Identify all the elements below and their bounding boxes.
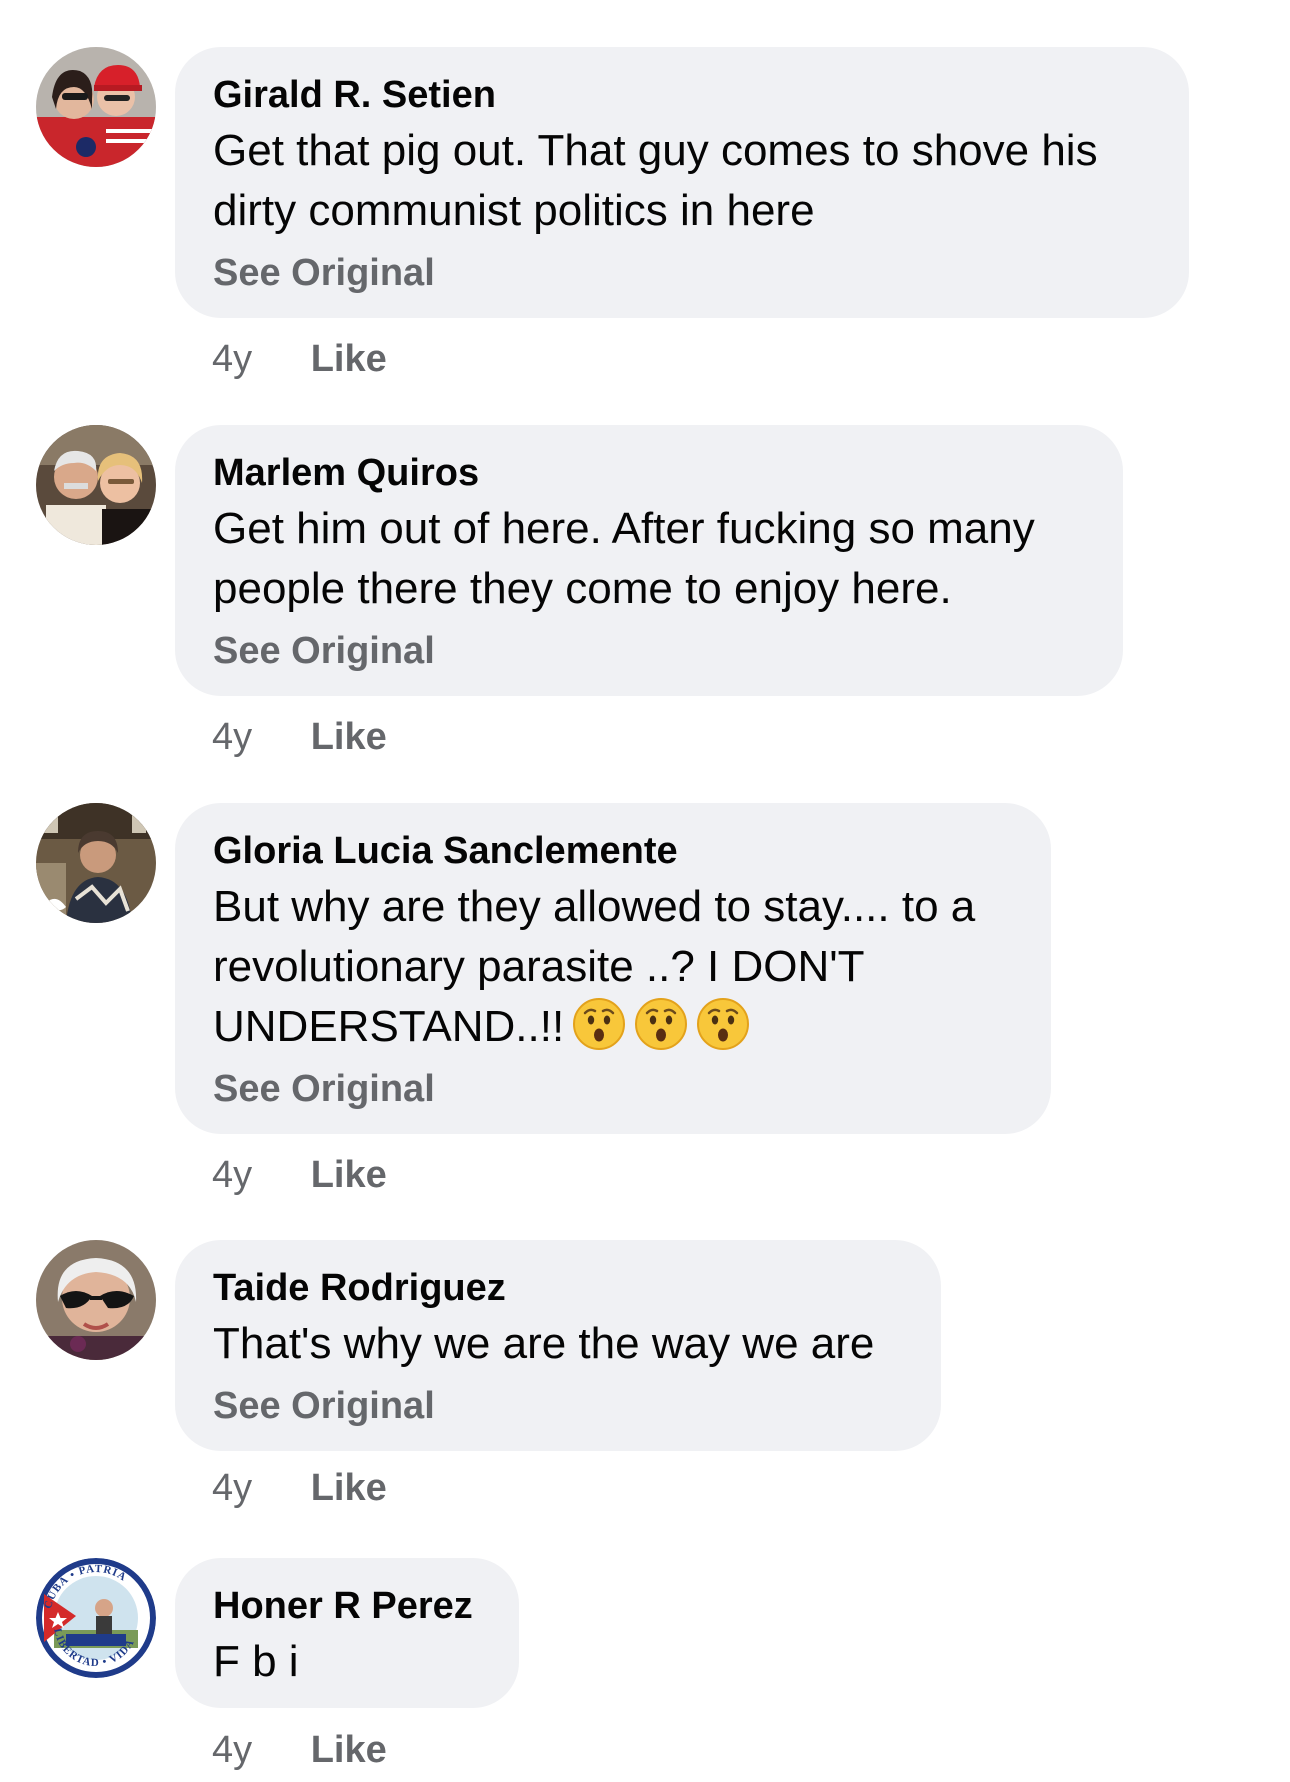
like-button[interactable]: Like — [311, 1728, 387, 1772]
comment-meta: 4y Like — [212, 715, 387, 759]
see-original-link[interactable]: See Original — [213, 251, 435, 295]
comment-text-line: dirty communist politics in here — [213, 186, 815, 235]
hushed-face-emoji-icon — [634, 997, 688, 1051]
comment-text: Get him out of here. After fucking so ma… — [213, 499, 1085, 619]
comment-author[interactable]: Taide Rodriguez — [213, 1266, 903, 1310]
like-button[interactable]: Like — [311, 1466, 387, 1510]
comment-text: But why are they allowed to stay.... to … — [213, 877, 1013, 1057]
like-button[interactable]: Like — [311, 337, 387, 381]
comment-author[interactable]: Gloria Lucia Sanclemente — [213, 829, 1013, 873]
comment-text-line: Get that pig out. That guy comes to shov… — [213, 126, 1098, 175]
comment-text-line: Get him out of here. After fucking so ma… — [213, 504, 1035, 553]
avatar[interactable]: CUBA • PATRIA LIBERTAD • VIDA — [36, 1558, 156, 1678]
comment-text-line: That's why we are the way we are — [213, 1319, 875, 1368]
avatar-photo-icon — [36, 47, 156, 167]
avatar[interactable] — [36, 425, 156, 545]
comment-timestamp: 4y — [212, 716, 253, 758]
comment-text-line: UNDERSTAND..!! — [213, 1002, 565, 1051]
comment-text-line: F b i — [213, 1637, 299, 1686]
comment-timestamp: 4y — [212, 1154, 253, 1196]
comment-text: F b i — [213, 1632, 481, 1692]
avatar-photo-icon — [36, 1240, 156, 1360]
comment-bubble: Marlem Quiros Get him out of here. After… — [175, 425, 1123, 696]
cuba-patria-badge-icon: CUBA • PATRIA LIBERTAD • VIDA — [36, 1558, 156, 1678]
comment-text-line-with-emoji: UNDERSTAND..!! — [213, 997, 1013, 1057]
comment-text-line: revolutionary parasite ..? I DON'T — [213, 942, 865, 991]
avatar[interactable] — [36, 1240, 156, 1360]
comment-bubble: Honer R Perez F b i — [175, 1558, 519, 1708]
hushed-face-emoji-icon — [572, 997, 626, 1051]
comment-text-line: But why are they allowed to stay.... to … — [213, 882, 976, 931]
hushed-face-emoji-icon — [696, 997, 750, 1051]
see-original-link[interactable]: See Original — [213, 1384, 435, 1428]
like-button[interactable]: Like — [311, 715, 387, 759]
comment-author[interactable]: Honer R Perez — [213, 1584, 481, 1628]
comment-meta: 4y Like — [212, 1153, 387, 1197]
comment-bubble: Gloria Lucia Sanclemente But why are the… — [175, 803, 1051, 1134]
comment-timestamp: 4y — [212, 1467, 253, 1509]
comment-author[interactable]: Marlem Quiros — [213, 451, 1085, 495]
comment-timestamp: 4y — [212, 338, 253, 380]
avatar[interactable] — [36, 803, 156, 923]
comment-text-line: people there they come to enjoy here. — [213, 564, 952, 613]
comment-meta: 4y Like — [212, 337, 387, 381]
comment-bubble: Girald R. Setien Get that pig out. That … — [175, 47, 1189, 318]
comment-meta: 4y Like — [212, 1728, 387, 1772]
avatar-photo-icon — [36, 425, 156, 545]
comment-meta: 4y Like — [212, 1466, 387, 1510]
comment-author[interactable]: Girald R. Setien — [213, 73, 1151, 117]
avatar-photo-icon — [36, 803, 156, 923]
avatar[interactable] — [36, 47, 156, 167]
comment-text: Get that pig out. That guy comes to shov… — [213, 121, 1151, 241]
comment-bubble: Taide Rodriguez That's why we are the wa… — [175, 1240, 941, 1451]
comment-timestamp: 4y — [212, 1729, 253, 1771]
comment-text: That's why we are the way we are — [213, 1314, 903, 1374]
see-original-link[interactable]: See Original — [213, 629, 435, 673]
like-button[interactable]: Like — [311, 1153, 387, 1197]
see-original-link[interactable]: See Original — [213, 1067, 435, 1111]
